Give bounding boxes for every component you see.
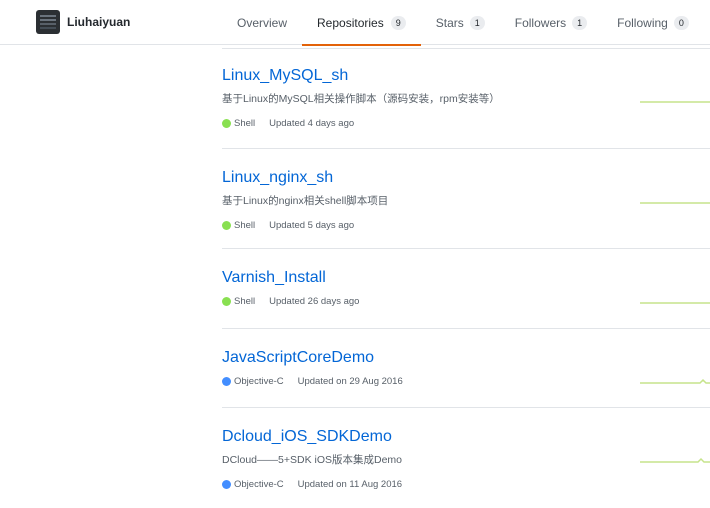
repo-name-link[interactable]: JavaScriptCoreDemo xyxy=(222,349,374,367)
repository-list: Linux_MySQL_sh 基于Linux的MySQL相关操作脚本（源码安装，… xyxy=(222,48,710,508)
tab-label: Followers xyxy=(514,15,567,30)
repo-item: JavaScriptCoreDemo Objective-C Updated o… xyxy=(222,329,710,408)
activity-sparkline xyxy=(640,457,710,463)
repo-item: Linux_MySQL_sh 基于Linux的MySQL相关操作脚本（源码安装，… xyxy=(222,48,710,149)
repo-language: Shell xyxy=(222,220,255,231)
activity-sparkline xyxy=(640,101,710,103)
repo-language: Objective-C xyxy=(222,376,284,387)
tab-stars[interactable]: Stars 1 xyxy=(421,0,500,45)
repo-meta: Shell Updated 5 days ago xyxy=(222,220,710,231)
repo-meta: Shell Updated 4 days ago xyxy=(222,118,710,129)
tab-following[interactable]: Following 0 xyxy=(602,0,704,45)
language-label: Shell xyxy=(234,296,256,307)
profile-tabs: Overview Repositories 9 Stars 1 Follower… xyxy=(222,0,704,46)
tab-label: Repositories xyxy=(317,15,384,30)
username[interactable]: Liuhaiyuan xyxy=(67,15,130,29)
language-color-dot xyxy=(222,297,231,306)
repo-name-link[interactable]: Linux_MySQL_sh xyxy=(222,67,348,85)
repo-item: Linux_nginx_sh 基于Linux的nginx相关shell脚本项目 … xyxy=(222,149,710,249)
activity-sparkline xyxy=(640,378,710,384)
profile-header: Liuhaiyuan Overview Repositories 9 Stars… xyxy=(0,0,710,46)
repo-meta: Objective-C Updated on 11 Aug 2016 xyxy=(222,479,710,490)
profile-summary[interactable]: Liuhaiyuan xyxy=(36,10,130,34)
tab-label: Following xyxy=(617,15,668,30)
repo-updated: Updated 4 days ago xyxy=(269,118,355,129)
repo-name-link[interactable]: Varnish_Install xyxy=(222,269,326,287)
activity-sparkline xyxy=(640,202,710,204)
tab-repositories[interactable]: Repositories 9 xyxy=(302,0,421,46)
repo-updated: Updated 5 days ago xyxy=(269,220,355,231)
repo-meta: Shell Updated 26 days ago xyxy=(222,296,710,307)
tab-count: 1 xyxy=(572,15,588,30)
language-label: Shell xyxy=(234,220,256,231)
repo-meta: Objective-C Updated on 29 Aug 2016 xyxy=(222,376,710,387)
language-color-dot xyxy=(222,119,231,128)
avatar[interactable] xyxy=(36,10,60,34)
repo-description: 基于Linux的MySQL相关操作脚本（源码安装，rpm安装等） xyxy=(222,93,500,105)
tab-count: 0 xyxy=(673,15,689,30)
tab-followers[interactable]: Followers 1 xyxy=(500,0,602,45)
repo-description: 基于Linux的nginx相关shell脚本项目 xyxy=(222,195,389,207)
language-color-dot xyxy=(222,377,231,386)
language-label: Objective-C xyxy=(234,376,284,387)
tab-overview[interactable]: Overview xyxy=(222,0,302,45)
language-color-dot xyxy=(222,221,231,230)
tab-count: 9 xyxy=(390,15,406,30)
repo-language: Shell xyxy=(222,118,255,129)
repo-language: Objective-C xyxy=(222,479,284,490)
repo-language: Shell xyxy=(222,296,255,307)
repo-updated: Updated on 29 Aug 2016 xyxy=(297,376,403,387)
repo-name-link[interactable]: Linux_nginx_sh xyxy=(222,169,333,187)
language-label: Objective-C xyxy=(234,479,284,490)
language-label: Shell xyxy=(234,118,256,129)
repo-item: Varnish_Install Shell Updated 26 days ag… xyxy=(222,249,710,329)
tab-label: Stars xyxy=(435,15,464,30)
repo-updated: Updated on 11 Aug 2016 xyxy=(297,479,403,490)
activity-sparkline xyxy=(640,302,710,304)
repo-description: DCloud——5+SDK iOS版本集成Demo xyxy=(222,454,403,466)
tab-label: Overview xyxy=(237,15,288,30)
repo-updated: Updated 26 days ago xyxy=(269,296,360,307)
repo-item: Dcloud_iOS_SDKDemo DCloud——5+SDK iOS版本集成… xyxy=(222,408,710,508)
tab-count: 1 xyxy=(469,15,485,30)
repo-name-link[interactable]: Dcloud_iOS_SDKDemo xyxy=(222,428,392,446)
